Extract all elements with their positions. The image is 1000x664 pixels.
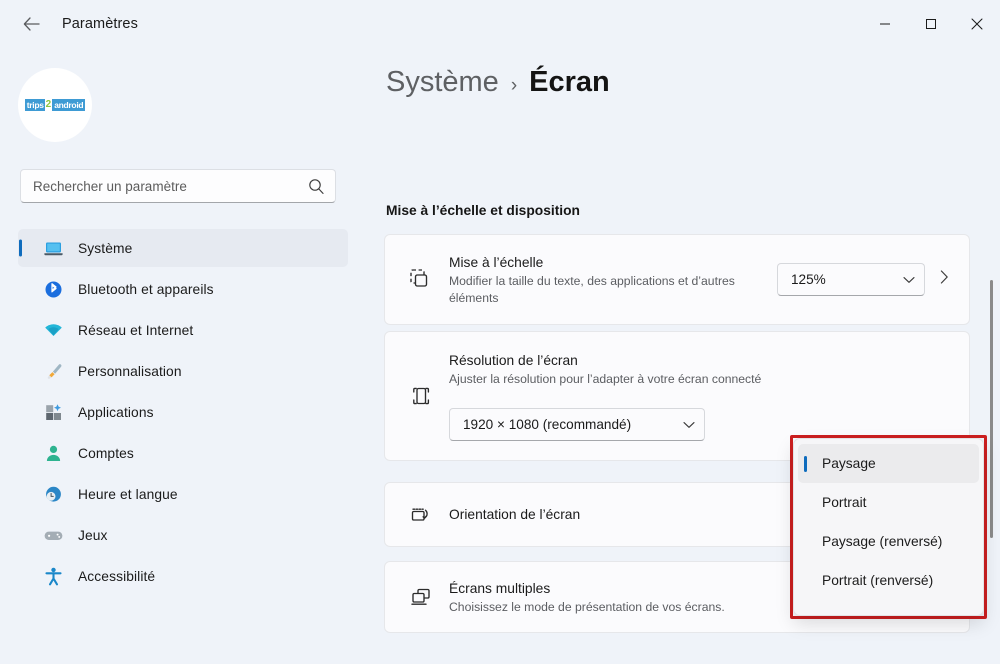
- card-resolution-subtitle: Ajuster la résolution pour l’adapter à v…: [449, 372, 762, 386]
- scaling-expand-button[interactable]: [929, 270, 959, 289]
- sidebar-item-label: Comptes: [78, 445, 134, 461]
- avatar-logo: trips 2 android: [24, 98, 86, 112]
- scrollbar-track[interactable]: [986, 48, 998, 664]
- sidebar-item-systeme[interactable]: Système: [18, 229, 348, 267]
- orientation-option-paysage-renverse[interactable]: Paysage (renversé): [798, 522, 979, 561]
- window-title: Paramètres: [62, 16, 138, 32]
- paintbrush-icon: [42, 360, 64, 382]
- maximize-icon: [925, 18, 937, 30]
- back-button[interactable]: [14, 9, 48, 39]
- sidebar: trips 2 android Rechercher un paramètre …: [0, 48, 366, 664]
- sidebar-item-label: Réseau et Internet: [78, 322, 194, 338]
- sidebar-item-label: Bluetooth et appareils: [78, 281, 214, 297]
- title-bar: Paramètres: [0, 0, 1000, 48]
- scaling-icon: [393, 267, 449, 293]
- breadcrumb: Système › Écran: [386, 66, 610, 99]
- card-scaling[interactable]: Mise à l’échelle Modifier la taille du t…: [384, 234, 970, 325]
- sidebar-item-label: Accessibilité: [78, 568, 156, 584]
- sidebar-item-comptes[interactable]: Comptes: [18, 434, 348, 472]
- orientation-option-label: Paysage (renversé): [822, 534, 943, 549]
- sidebar-item-jeux[interactable]: Jeux: [18, 516, 348, 554]
- avatar[interactable]: trips 2 android: [18, 68, 92, 142]
- orientation-icon: [393, 502, 449, 528]
- resolution-dropdown-value: 1920 × 1080 (recommandé): [463, 417, 632, 432]
- search-wrap: [20, 169, 336, 203]
- avatar-logo-part1: trips: [24, 98, 45, 112]
- accessibility-icon: [42, 565, 64, 587]
- sidebar-item-label: Heure et langue: [78, 486, 178, 502]
- multiple-displays-icon: [393, 584, 449, 611]
- minimize-icon: [879, 18, 891, 30]
- sidebar-item-personnalisation[interactable]: Personnalisation: [18, 352, 348, 390]
- minimize-button[interactable]: [862, 0, 908, 48]
- search-input[interactable]: [33, 178, 308, 194]
- card-scaling-text: Mise à l’échelle Modifier la taille du t…: [449, 253, 777, 307]
- orientation-option-label: Portrait (renversé): [822, 573, 934, 588]
- avatar-logo-part3: android: [52, 98, 86, 112]
- resolution-icon: [393, 332, 449, 460]
- sidebar-item-label: Personnalisation: [78, 363, 182, 379]
- sidebar-item-label: Système: [78, 240, 133, 256]
- close-icon: [971, 18, 983, 30]
- search-icon[interactable]: [308, 178, 325, 195]
- apps-icon: [42, 401, 64, 423]
- maximize-button[interactable]: [908, 0, 954, 48]
- avatar-logo-part2: 2: [45, 99, 52, 110]
- laptop-icon: [42, 237, 64, 259]
- section-title-scaling: Mise à l’échelle et disposition: [386, 203, 580, 218]
- chevron-down-icon: [683, 421, 695, 429]
- sidebar-nav: Système Bluetooth et appareils Réseau et…: [8, 229, 358, 598]
- gamepad-icon: [42, 524, 64, 546]
- orientation-option-portrait-renverse[interactable]: Portrait (renversé): [798, 561, 979, 600]
- orientation-dropdown-flyout[interactable]: Paysage Portrait Paysage (renversé) Port…: [793, 438, 984, 616]
- window-controls: [862, 0, 1000, 48]
- page-title: Écran: [529, 66, 610, 98]
- resolution-dropdown[interactable]: 1920 × 1080 (recommandé): [449, 408, 705, 441]
- card-scaling-subtitle: Modifier la taille du texte, des applica…: [449, 273, 735, 305]
- person-icon: [42, 442, 64, 464]
- breadcrumb-separator-icon: ›: [510, 75, 518, 96]
- wifi-icon: [42, 319, 64, 341]
- orientation-option-portrait[interactable]: Portrait: [798, 483, 979, 522]
- sidebar-item-label: Applications: [78, 404, 154, 420]
- scaling-dropdown[interactable]: 125%: [777, 263, 925, 296]
- scaling-dropdown-value: 125%: [791, 272, 826, 287]
- sidebar-item-label: Jeux: [78, 527, 108, 543]
- orientation-option-paysage[interactable]: Paysage: [798, 444, 979, 483]
- card-scaling-title: Mise à l’échelle: [449, 254, 544, 270]
- chevron-right-icon: [940, 270, 949, 289]
- bluetooth-icon: [42, 278, 64, 300]
- sidebar-item-accessibilite[interactable]: Accessibilité: [18, 557, 348, 595]
- chevron-down-icon: [903, 276, 915, 284]
- sidebar-item-reseau-et-internet[interactable]: Réseau et Internet: [18, 311, 348, 349]
- sidebar-item-bluetooth-et-appareils[interactable]: Bluetooth et appareils: [18, 270, 348, 308]
- settings-window: Paramètres trips 2 android Rechercher un…: [0, 0, 1000, 664]
- close-button[interactable]: [954, 0, 1000, 48]
- breadcrumb-parent[interactable]: Système: [386, 66, 499, 99]
- back-arrow-icon: [23, 17, 40, 31]
- avatar-wrap[interactable]: trips 2 android: [18, 68, 92, 142]
- card-resolution-title: Résolution de l’écran: [449, 353, 578, 368]
- clock-globe-icon: [42, 483, 64, 505]
- orientation-option-label: Paysage: [822, 456, 876, 471]
- scrollbar-thumb[interactable]: [990, 280, 993, 538]
- sidebar-item-applications[interactable]: Applications: [18, 393, 348, 431]
- search-box[interactable]: [20, 169, 336, 203]
- orientation-option-label: Portrait: [822, 495, 867, 510]
- sidebar-item-heure-et-langue[interactable]: Heure et langue: [18, 475, 348, 513]
